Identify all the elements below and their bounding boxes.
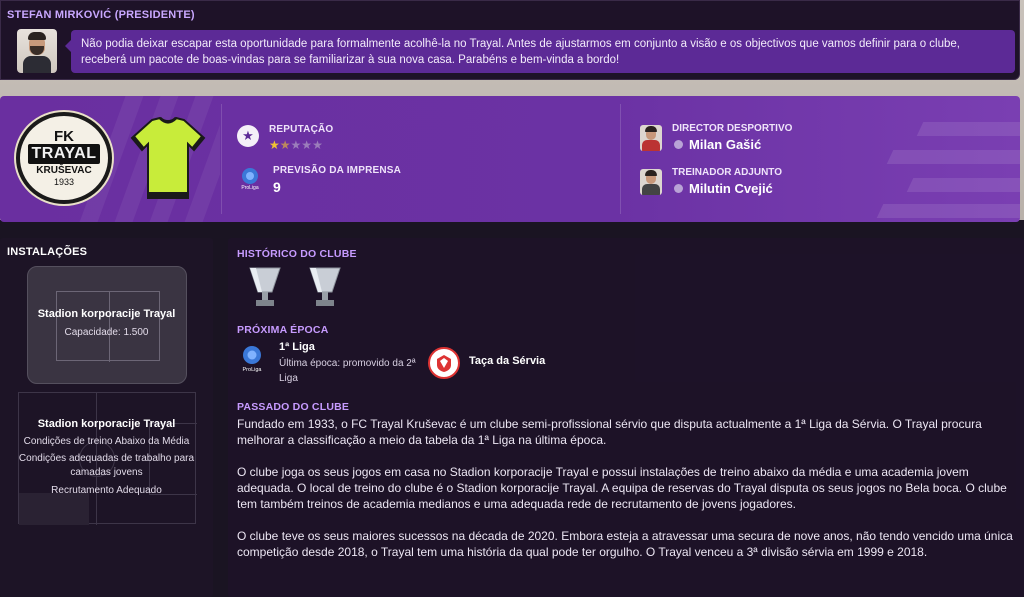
svg-text:ProLiga: ProLiga <box>241 185 258 191</box>
assistant-name[interactable]: Milutin Cvejić <box>674 181 773 196</box>
assistant-avatar[interactable] <box>640 169 662 195</box>
recruitment-line: Recrutamento Adequado <box>51 485 162 496</box>
reputation-stars[interactable]: ★★★★★ <box>269 138 323 152</box>
history-title: HISTÓRICO DO CLUBE <box>237 248 357 260</box>
message-text: Não podia deixar escapar esta oportunida… <box>65 30 1015 73</box>
club-past-paragraph-3: O clube teve os seus maiores sucessos na… <box>237 529 1013 559</box>
reputation-label: REPUTAÇÃO <box>269 124 334 135</box>
crest-year: 1933 <box>53 177 75 187</box>
press-prediction-label: PREVISÃO DA IMPRENSA <box>273 165 402 176</box>
star-icon: ★ <box>312 138 323 152</box>
header-decoration <box>820 96 1020 222</box>
trophy-icon[interactable] <box>246 264 284 308</box>
assistant-name-text: Milutin Cvejić <box>689 181 773 196</box>
star-icon: ★ <box>301 138 313 152</box>
club-past-paragraph-2: O clube joga os seus jogos em casa no St… <box>237 465 1007 511</box>
president-avatar <box>17 29 57 73</box>
svg-text:ProLiga: ProLiga <box>243 367 263 373</box>
crest-name: TRAYAL <box>27 144 101 164</box>
stadium-name: Stadion korporacije Trayal <box>37 308 176 320</box>
star-icon: ★ <box>290 138 302 152</box>
youth-facilities-line-2: camadas jovens <box>70 467 143 478</box>
president-message: STEFAN MIRKOVIĆ (PRESIDENTE) Não podia d… <box>0 0 1020 80</box>
person-icon <box>674 184 683 194</box>
next-season-title: PRÓXIMA ÉPOCA <box>237 324 329 336</box>
club-header: FK TRAYAL KRUŠEVAC 1933 <box>0 96 1020 222</box>
crest-city: KRUŠEVAC <box>36 165 92 176</box>
star-icon: ★ <box>269 138 280 152</box>
reputation-icon: ★ <box>237 125 259 147</box>
assistant-label: TREINADOR ADJUNTO <box>672 167 783 178</box>
facilities-title: INSTALAÇÕES <box>7 246 88 258</box>
league-logo-icon: ProLiga <box>241 168 259 191</box>
club-kit-shirt[interactable] <box>130 116 206 200</box>
club-crest[interactable]: FK TRAYAL KRUŠEVAC 1933 <box>16 112 112 204</box>
header-separator <box>221 104 222 214</box>
message-sender: STEFAN MIRKOVIĆ (PRESIDENTE) <box>7 9 195 21</box>
training-facilities-line: Condições de treino Abaixo da Média <box>23 436 190 447</box>
stadium-capacity: Capacidade: 1.500 <box>64 327 149 338</box>
youth-facilities-line: Condições adequadas de trabalho para <box>18 453 195 464</box>
header-separator <box>620 104 621 214</box>
league-last-season: Última época: promovido da 2ª Liga <box>279 358 416 384</box>
club-past-paragraph-1: Fundado em 1933, o FC Trayal Kruševac é … <box>237 417 982 447</box>
director-name[interactable]: Milan Gašić <box>674 137 761 152</box>
club-history-panel: HISTÓRICO DO CLUBE PRÓXIMA ÉPOCA ProLiga… <box>228 238 1024 597</box>
facilities-panel: INSTALAÇÕES Stadion korporacije Trayal C… <box>0 238 213 597</box>
crest-fk: FK <box>54 128 74 145</box>
training-ground-name: Stadion korporacije Trayal <box>37 418 176 430</box>
star-half-icon: ★ <box>279 138 291 152</box>
director-label: DIRECTOR DESPORTIVO <box>672 123 793 134</box>
person-icon <box>674 140 683 150</box>
trophy-icon[interactable] <box>306 264 344 308</box>
director-name-text: Milan Gašić <box>689 137 762 152</box>
director-avatar[interactable] <box>640 125 662 151</box>
club-past-title: PASSADO DO CLUBE <box>237 401 350 413</box>
cup-logo-icon[interactable] <box>428 347 460 379</box>
league-name[interactable]: 1ª Liga <box>279 341 315 353</box>
league-logo-icon[interactable]: ProLiga <box>240 345 264 373</box>
stadium-card[interactable] <box>27 266 187 384</box>
press-prediction-value: 9 <box>273 179 281 195</box>
cup-name[interactable]: Taça da Sérvia <box>469 355 545 367</box>
